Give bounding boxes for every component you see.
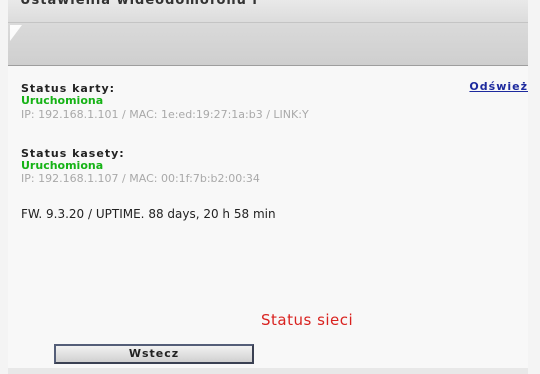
cassette-network-details: IP: 192.168.1.107 / MAC: 00:1f:7b:b2:00:… <box>21 172 260 185</box>
page-title: Ustawienia wideodomofonu i <box>20 0 258 8</box>
header-panel <box>8 22 528 66</box>
status-content: Status karty: Odśwież Uruchomiona IP: 19… <box>8 66 528 374</box>
card-status-value: Uruchomiona <box>21 94 104 107</box>
cassette-status-value: Uruchomiona <box>21 159 104 172</box>
corner-decoration-icon <box>10 25 22 41</box>
top-title-bar: Ustawienia wideodomofonu i <box>8 0 528 23</box>
firmware-uptime-line: FW. 9.3.20 / UPTIME. 88 days, 20 h 58 mi… <box>21 207 276 221</box>
bottom-edge <box>8 368 528 374</box>
refresh-link[interactable]: Odśwież <box>469 80 528 93</box>
network-status-title: Status sieci <box>261 311 354 329</box>
back-button[interactable]: Wstecz <box>54 344 254 364</box>
settings-page: Ustawienia wideodomofonu i Status karty:… <box>0 0 540 374</box>
card-network-details: IP: 192.168.1.101 / MAC: 1e:ed:19:27:1a:… <box>21 108 309 121</box>
